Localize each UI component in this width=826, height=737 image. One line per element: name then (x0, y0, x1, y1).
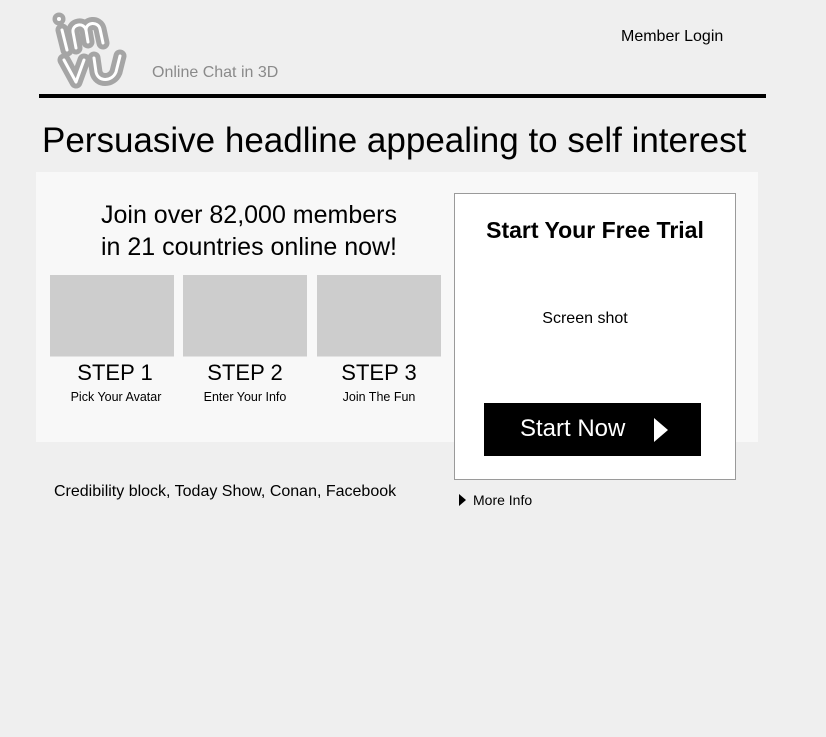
member-count-text: Join over 82,000 members (101, 201, 397, 229)
credibility-block: Credibility block, Today Show, Conan, Fa… (54, 483, 397, 500)
start-now-label: Start Now (520, 415, 626, 442)
play-arrow-icon (654, 418, 668, 442)
triangle-right-icon (459, 494, 466, 506)
step-2-image-placeholder (183, 275, 307, 357)
more-info-label: More Info (473, 492, 533, 508)
step-1-subtitle: Pick Your Avatar (70, 390, 162, 404)
step-2-title: STEP 2 (207, 360, 283, 385)
step-3-image-placeholder (317, 275, 441, 357)
screenshot-placeholder: Screen shot (542, 310, 628, 327)
free-trial-title: Start Your Free Trial (486, 217, 704, 243)
step-3-title: STEP 3 (341, 360, 417, 385)
step-2-subtitle: Enter Your Info (203, 390, 287, 404)
header-divider (39, 94, 766, 98)
step-1-image-placeholder (50, 275, 174, 357)
page-headline: Persuasive headline appealing to self in… (42, 121, 747, 160)
site-tagline: Online Chat in 3D (152, 64, 279, 81)
start-now-button[interactable]: Start Now (484, 403, 701, 456)
step-3-subtitle: Join The Fun (342, 390, 416, 404)
country-count-text: in 21 countries online now! (100, 233, 398, 261)
step-1-title: STEP 1 (77, 360, 153, 385)
member-login-link[interactable]: Member Login (621, 28, 723, 46)
imvu-logo[interactable] (50, 10, 142, 96)
